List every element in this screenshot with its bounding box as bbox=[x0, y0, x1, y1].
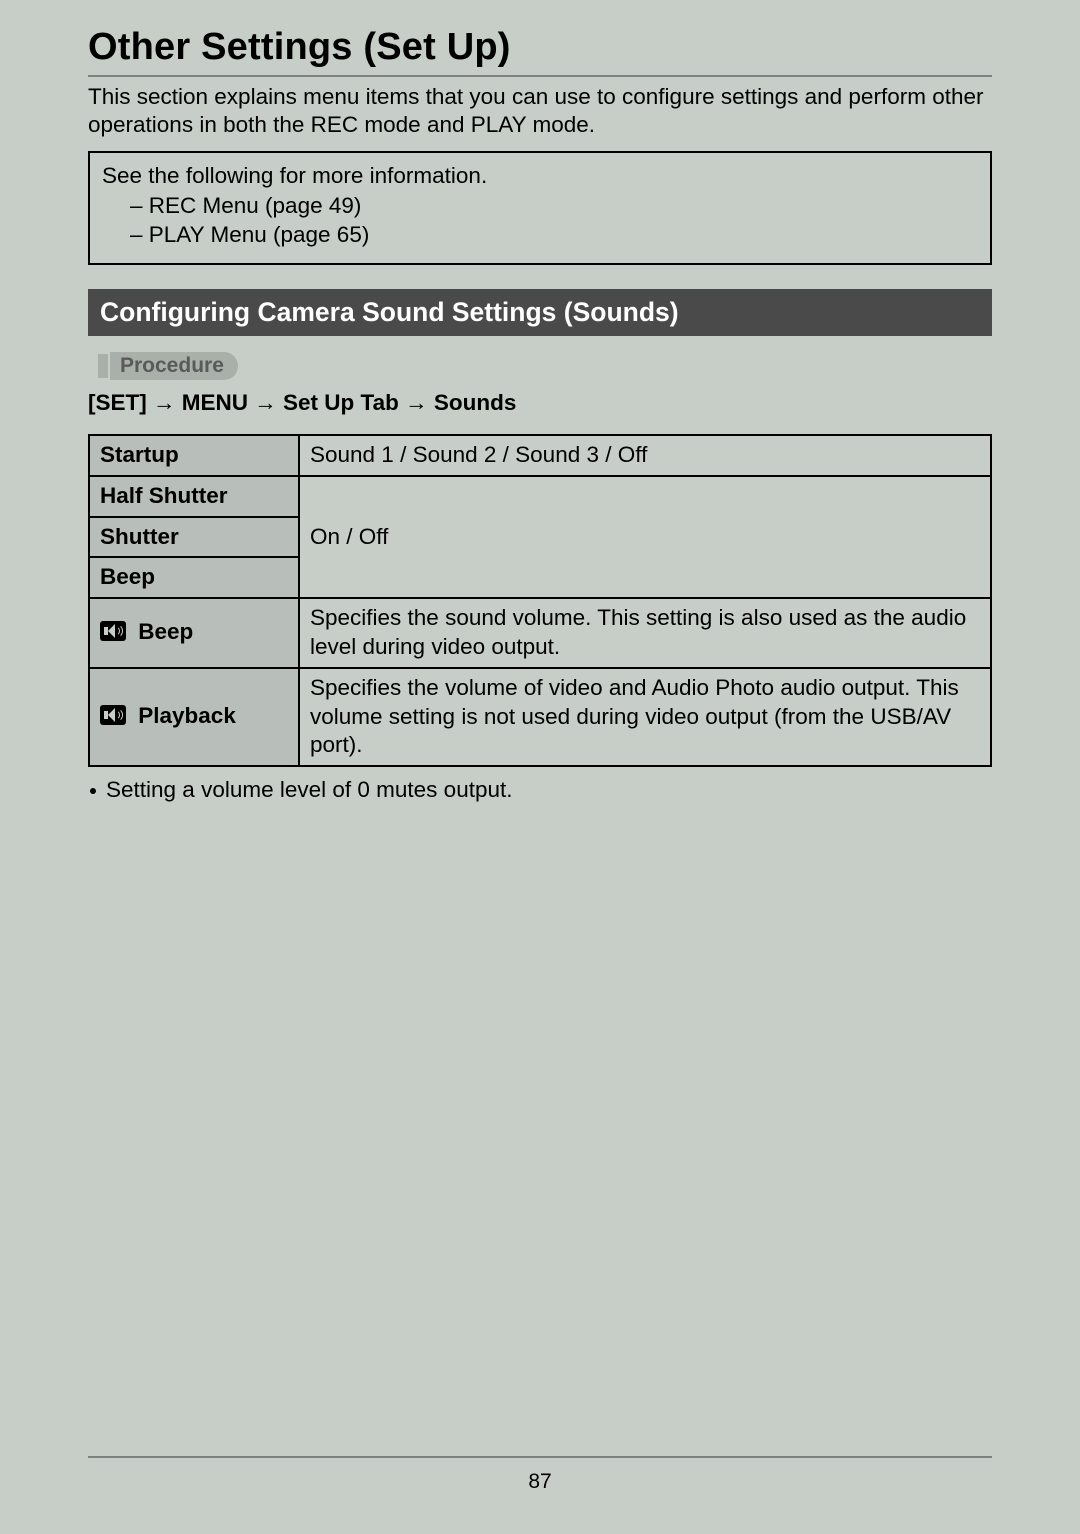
bullet-note: Setting a volume level of 0 mutes output… bbox=[90, 777, 992, 803]
row-value: Specifies the sound volume. This setting… bbox=[299, 598, 991, 668]
row-label-text: Playback bbox=[138, 703, 236, 728]
row-label: Beep bbox=[89, 598, 299, 668]
page-number: 87 bbox=[528, 1470, 551, 1493]
row-label: Playback bbox=[89, 668, 299, 766]
info-lead: See the following for more information. bbox=[102, 161, 978, 190]
row-value: On / Off bbox=[299, 476, 991, 598]
info-item: – PLAY Menu (page 65) bbox=[130, 220, 978, 249]
row-label: Shutter bbox=[89, 517, 299, 558]
row-label: Half Shutter bbox=[89, 476, 299, 517]
row-label-text: Beep bbox=[138, 619, 193, 644]
settings-table: Startup Sound 1 / Sound 2 / Sound 3 / Of… bbox=[88, 434, 992, 767]
info-box: See the following for more information. … bbox=[88, 151, 992, 265]
section-heading-bar: Configuring Camera Sound Settings (Sound… bbox=[88, 289, 992, 336]
footer-rule bbox=[88, 1456, 992, 1458]
procedure-label: Procedure bbox=[110, 352, 238, 380]
row-value: Sound 1 / Sound 2 / Sound 3 / Off bbox=[299, 435, 991, 476]
table-row: Half Shutter On / Off bbox=[89, 476, 991, 517]
speaker-icon bbox=[100, 620, 126, 649]
row-value: Specifies the volume of video and Audio … bbox=[299, 668, 991, 766]
table-row: Playback Specifies the volume of video a… bbox=[89, 668, 991, 766]
procedure-tag: Procedure bbox=[98, 352, 992, 380]
page-footer: 87 bbox=[88, 1456, 992, 1494]
table-row: Startup Sound 1 / Sound 2 / Sound 3 / Of… bbox=[89, 435, 991, 476]
page-title: Other Settings (Set Up) bbox=[88, 26, 992, 69]
table-row: Beep Specifies the sound volume. This se… bbox=[89, 598, 991, 668]
speaker-icon bbox=[100, 704, 126, 733]
procedure-notch-icon bbox=[98, 354, 108, 378]
manual-page: Other Settings (Set Up) This section exp… bbox=[0, 0, 1080, 1534]
row-label: Startup bbox=[89, 435, 299, 476]
bullet-icon bbox=[90, 788, 96, 794]
intro-text: This section explains menu items that yo… bbox=[88, 83, 992, 139]
procedure-path: [SET] → MENU → Set Up Tab → Sounds bbox=[88, 390, 992, 416]
title-rule bbox=[88, 75, 992, 77]
row-label: Beep bbox=[89, 557, 299, 598]
note-text: Setting a volume level of 0 mutes output… bbox=[106, 777, 512, 802]
info-item: – REC Menu (page 49) bbox=[130, 191, 978, 220]
